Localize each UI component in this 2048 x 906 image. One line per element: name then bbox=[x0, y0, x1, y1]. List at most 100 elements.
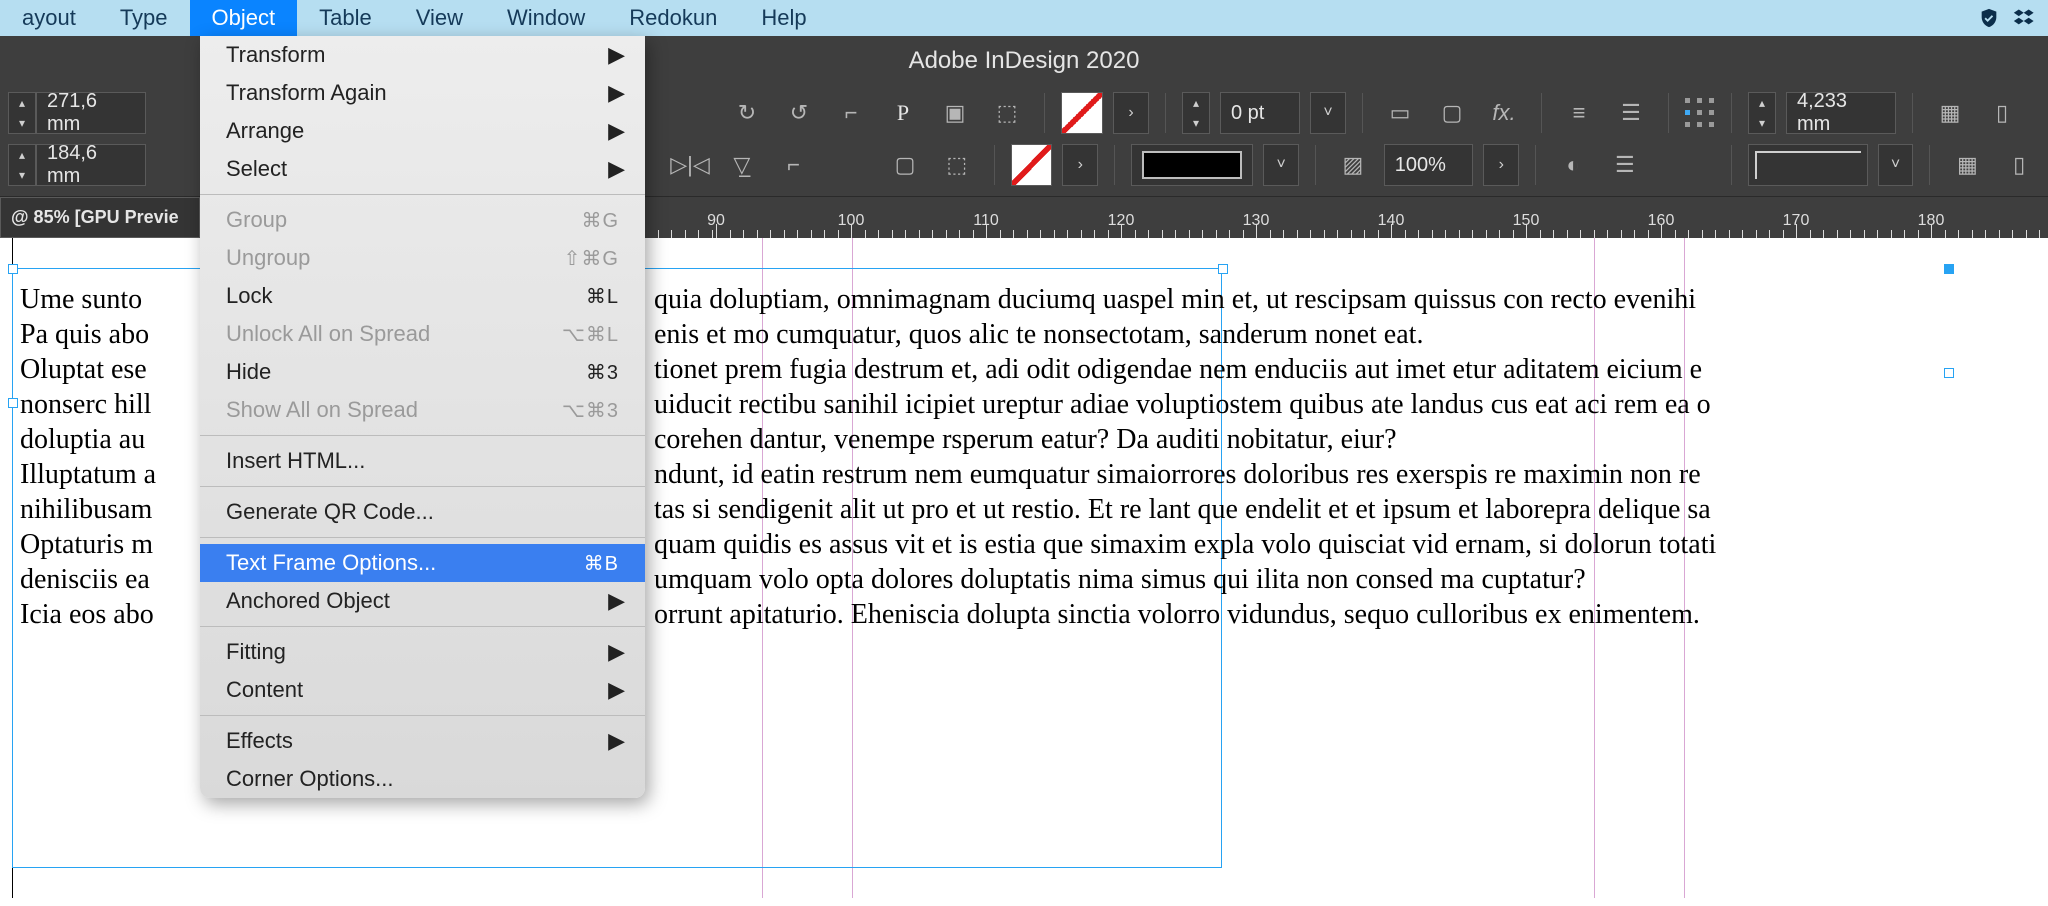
menu-help[interactable]: Help bbox=[739, 0, 828, 36]
columns-icon[interactable]: ☰ bbox=[1610, 92, 1652, 134]
stroke-stepper[interactable]: ▴▾ bbox=[1182, 92, 1210, 134]
ruler-label: 90 bbox=[707, 212, 725, 230]
menu-window[interactable]: Window bbox=[485, 0, 607, 36]
menu-item-transform-again[interactable]: Transform Again▶ bbox=[200, 74, 645, 112]
flip-v-icon[interactable]: ▽̲ bbox=[721, 144, 763, 186]
menu-item-hide[interactable]: Hide⌘3 bbox=[200, 353, 645, 391]
fill-swatch[interactable] bbox=[1061, 92, 1103, 134]
menu-item-lock[interactable]: Lock⌘L bbox=[200, 277, 645, 315]
x-stepper[interactable]: ▴▾ bbox=[8, 92, 36, 134]
menu-item-fitting[interactable]: Fitting▶ bbox=[200, 633, 645, 671]
menu-item-label: Text Frame Options... bbox=[226, 550, 436, 576]
text-line: Ume sunto bbox=[20, 283, 142, 317]
frame-handle-selected[interactable] bbox=[1944, 264, 1954, 274]
flow-child-icon[interactable]: ⬚ bbox=[936, 144, 978, 186]
x-field[interactable]: 271,6 mm bbox=[36, 92, 146, 134]
text-line: quam quidis es assus vit et is estia que… bbox=[654, 528, 1716, 562]
x-field-group: ▴▾ 271,6 mm bbox=[8, 92, 146, 134]
stroke-swatch[interactable] bbox=[1011, 144, 1053, 186]
menu-item-anchored-object[interactable]: Anchored Object▶ bbox=[200, 582, 645, 620]
cell-icon[interactable]: ▯ bbox=[1981, 92, 2023, 134]
corner-shape-preview bbox=[1748, 144, 1867, 186]
object-menu-dropdown: Transform▶Transform Again▶Arrange▶Select… bbox=[200, 36, 645, 798]
menu-item-text-frame-options[interactable]: Text Frame Options...⌘B bbox=[200, 544, 645, 582]
app-title: Adobe InDesign 2020 bbox=[909, 47, 1140, 75]
menu-item-arrange[interactable]: Arrange▶ bbox=[200, 112, 645, 150]
w-stepper[interactable]: ▴▾ bbox=[1748, 92, 1776, 134]
cell2-icon[interactable]: ▯ bbox=[1998, 144, 2040, 186]
opacity-dropdown[interactable]: › bbox=[1483, 144, 1519, 186]
text-line: Oluptat ese bbox=[20, 353, 147, 387]
menu-layout[interactable]: ayout bbox=[0, 0, 98, 36]
ruler-label: 170 bbox=[1783, 212, 1810, 230]
stroke-style-dropdown[interactable]: ˅ bbox=[1263, 144, 1299, 186]
menu-item-show-all-on-spread: Show All on Spread⌥⌘3 bbox=[200, 391, 645, 429]
menu-item-insert-html[interactable]: Insert HTML... bbox=[200, 442, 645, 480]
y-field[interactable]: 184,6 mm bbox=[36, 144, 146, 186]
menu-item-content[interactable]: Content▶ bbox=[200, 671, 645, 709]
opacity-field[interactable]: 100% bbox=[1384, 144, 1474, 186]
menu-redokun[interactable]: Redokun bbox=[607, 0, 739, 36]
menu-item-shortcut: ⌥⌘L bbox=[562, 322, 619, 347]
stroke-weight-field[interactable]: 0 pt bbox=[1220, 92, 1300, 134]
text-wrap-none-icon[interactable]: ▭ bbox=[1379, 92, 1421, 134]
fill-dropdown[interactable]: › bbox=[1113, 92, 1149, 134]
frame-handle[interactable] bbox=[1218, 264, 1228, 274]
submenu-arrow-icon: ▶ bbox=[608, 728, 625, 754]
column-guide bbox=[1684, 238, 1685, 898]
align-justify-icon[interactable]: ☰ bbox=[1604, 144, 1646, 186]
select-content-icon[interactable]: ▢ bbox=[884, 144, 926, 186]
corner-bracket2-icon: ⌐ bbox=[773, 144, 815, 186]
frame-inport[interactable] bbox=[8, 398, 18, 408]
menu-table[interactable]: Table bbox=[297, 0, 394, 36]
text-line: ndunt, id eatin restrum nem eumquatur si… bbox=[654, 458, 1701, 492]
menu-item-label: Lock bbox=[226, 283, 272, 309]
menu-item-transform[interactable]: Transform▶ bbox=[200, 36, 645, 74]
text-wrap-bbox-icon[interactable]: ▢ bbox=[1431, 92, 1473, 134]
menu-item-generate-qr-code[interactable]: Generate QR Code... bbox=[200, 493, 645, 531]
text-line: Optaturis m bbox=[20, 528, 153, 562]
menu-item-label: Ungroup bbox=[226, 245, 310, 271]
menu-item-effects[interactable]: Effects ▶ bbox=[200, 722, 645, 760]
stroke-dropdown[interactable]: › bbox=[1062, 144, 1098, 186]
submenu-arrow-icon: ▶ bbox=[608, 156, 625, 182]
document-tab[interactable]: @ 85% [GPU Previe bbox=[0, 197, 200, 238]
menu-item-shortcut: ⌥⌘3 bbox=[562, 398, 619, 423]
shield-icon[interactable] bbox=[1978, 7, 2000, 29]
menu-item-corner-options[interactable]: Corner Options... bbox=[200, 760, 645, 798]
menu-item-label: Effects bbox=[226, 728, 293, 754]
corner-shape-dropdown[interactable]: ˅ bbox=[1878, 144, 1914, 186]
select-container-icon[interactable]: ▣ bbox=[934, 92, 976, 134]
menu-type[interactable]: Type bbox=[98, 0, 190, 36]
frame-handle[interactable] bbox=[8, 264, 18, 274]
reference-point[interactable] bbox=[1685, 98, 1715, 128]
align-left-icon[interactable]: ≡ bbox=[1558, 92, 1600, 134]
submenu-arrow-icon: ▶ bbox=[608, 588, 625, 614]
dropbox-icon[interactable] bbox=[2012, 7, 2036, 29]
flip-h-icon[interactable]: ▷|◁ bbox=[669, 144, 711, 186]
rotate-ccw-icon[interactable]: ↺ bbox=[778, 92, 820, 134]
y-field-group: ▴▾ 184,6 mm bbox=[8, 144, 146, 186]
menu-object[interactable]: Object bbox=[190, 0, 298, 36]
text-line: Pa quis abo bbox=[20, 318, 149, 352]
column-guide bbox=[1594, 238, 1595, 898]
width-field[interactable]: 4,233 mm bbox=[1786, 92, 1896, 134]
submenu-arrow-icon: ▶ bbox=[608, 677, 625, 703]
y-stepper[interactable]: ▴▾ bbox=[8, 144, 36, 186]
rotate-cw-icon[interactable]: ↻ bbox=[726, 92, 768, 134]
menu-item-label: Corner Options... bbox=[226, 766, 394, 792]
fx-icon[interactable]: fx. bbox=[1483, 92, 1525, 134]
letter-p-icon: P bbox=[882, 92, 924, 134]
grid2-icon[interactable]: ▦ bbox=[1946, 144, 1988, 186]
menu-item-select[interactable]: Select▶ bbox=[200, 150, 645, 188]
stroke-weight-dropdown[interactable]: ˅ bbox=[1310, 92, 1346, 134]
menu-view[interactable]: View bbox=[394, 0, 485, 36]
text-line: denisciis ea bbox=[20, 563, 150, 597]
flow-parent-icon[interactable]: ⬚ bbox=[986, 92, 1028, 134]
menu-item-shortcut: ⌘G bbox=[581, 208, 619, 233]
gradient-icon[interactable]: ◐ bbox=[1552, 144, 1594, 186]
grid-icon[interactable]: ▦ bbox=[1929, 92, 1971, 134]
menu-item-label: Generate QR Code... bbox=[226, 499, 434, 525]
opacity-icon: ▨ bbox=[1332, 144, 1374, 186]
frame-handle[interactable] bbox=[1944, 368, 1954, 378]
